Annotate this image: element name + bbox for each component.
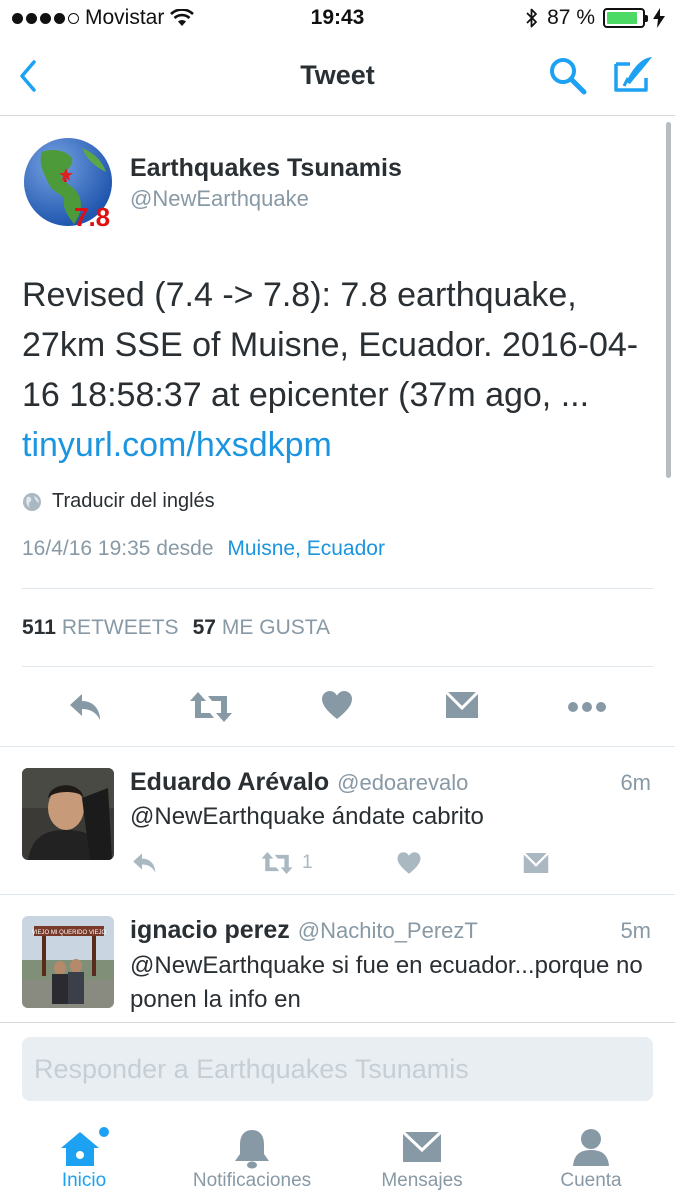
reply-text: @NewEarthquake si fue en ecuador...porqu… bbox=[130, 952, 643, 1013]
tweet-timestamp: 16/4/16 19:35 bbox=[22, 537, 151, 560]
author-handle[interactable]: @NewEarthquake bbox=[130, 186, 309, 212]
search-button[interactable] bbox=[548, 56, 588, 96]
heart-icon bbox=[397, 852, 421, 874]
tab-label: Notificaciones bbox=[192, 1170, 312, 1191]
tweet-body: Revised (7.4 -> 7.8): 7.8 earthquake, 27… bbox=[22, 276, 639, 414]
battery-level bbox=[607, 12, 637, 24]
retweet-icon bbox=[190, 692, 232, 722]
author-avatar[interactable]: 7.8 bbox=[22, 138, 114, 230]
reply-author: ignacio perez @Nachito_PerezT bbox=[130, 916, 478, 945]
tweet-text: Revised (7.4 -> 7.8): 7.8 earthquake, 27… bbox=[22, 270, 652, 470]
like-button[interactable] bbox=[396, 848, 422, 878]
tab-account[interactable]: Cuenta bbox=[507, 1112, 675, 1200]
from-word: desde bbox=[156, 537, 214, 560]
tab-label: Mensajes bbox=[381, 1170, 463, 1191]
reply-icon bbox=[133, 853, 156, 873]
retweet-icon bbox=[261, 851, 293, 875]
scrollbar[interactable] bbox=[666, 122, 671, 478]
tab-label: Cuenta bbox=[560, 1170, 622, 1191]
like-count: 57 bbox=[192, 616, 216, 639]
envelope-icon bbox=[401, 1130, 443, 1162]
retweet-button[interactable] bbox=[188, 688, 234, 726]
search-icon bbox=[550, 58, 587, 95]
like-label: ME GUSTA bbox=[221, 616, 331, 639]
bell-icon bbox=[235, 1130, 269, 1169]
tab-home[interactable]: Inicio bbox=[0, 1112, 168, 1200]
envelope-icon bbox=[444, 690, 480, 718]
retweet-count: 1 bbox=[302, 852, 313, 873]
tab-bar: Inicio Notificaciones Mensajes Cuenta bbox=[0, 1112, 675, 1200]
divider bbox=[22, 588, 653, 589]
divider bbox=[0, 746, 675, 747]
system-status-group: 87 % bbox=[525, 6, 665, 30]
tab-messages[interactable]: Mensajes bbox=[338, 1112, 506, 1200]
status-bar: Movistar 19:43 87 % bbox=[0, 0, 675, 38]
retweet-label: RETWEETS bbox=[61, 616, 179, 639]
heart-icon bbox=[322, 691, 352, 719]
tab-label: Inicio bbox=[61, 1170, 107, 1191]
engagement-stats: 511 RETWEETS 57 ME GUSTA bbox=[22, 616, 330, 640]
reply-avatar[interactable] bbox=[22, 768, 114, 860]
more-options-button[interactable] bbox=[566, 688, 606, 726]
reply-author: Eduardo Arévalo @edoarevalo bbox=[130, 768, 468, 797]
avatar-photo bbox=[22, 768, 114, 860]
tweet-link[interactable]: tinyurl.com/hxsdkpm bbox=[22, 426, 332, 464]
person-icon bbox=[573, 1129, 609, 1166]
reply-button[interactable] bbox=[66, 688, 106, 726]
home-icon bbox=[61, 1127, 109, 1166]
compose-tweet-icon bbox=[614, 57, 652, 92]
direct-message-button[interactable] bbox=[444, 688, 484, 726]
retweet-button[interactable]: 1 bbox=[260, 848, 313, 878]
divider bbox=[22, 666, 653, 667]
tweet-location[interactable]: Muisne, Ecuador bbox=[227, 537, 385, 560]
envelope-icon bbox=[522, 852, 550, 873]
reply-composer bbox=[0, 1022, 675, 1112]
reply-avatar[interactable]: VIEJO MI QUERIDO VIEJO bbox=[22, 916, 114, 1008]
author-name[interactable]: Earthquakes Tsunamis bbox=[130, 154, 402, 183]
retweet-count: 511 bbox=[22, 616, 56, 639]
battery-percent: 87 % bbox=[547, 6, 595, 29]
divider bbox=[0, 894, 675, 895]
globe-icon bbox=[23, 492, 41, 511]
avatar-photo: VIEJO MI QUERIDO VIEJO bbox=[22, 916, 114, 1008]
reply-author-handle[interactable]: @edoarevalo bbox=[337, 770, 468, 795]
retweets-stat[interactable]: 511 RETWEETS bbox=[22, 616, 179, 640]
bluetooth-icon bbox=[526, 8, 538, 28]
charging-bolt-icon bbox=[653, 8, 665, 28]
tweet-meta: 16/4/16 19:35 desde Muisne, Ecuador bbox=[22, 537, 385, 561]
reply-author-handle[interactable]: @Nachito_PerezT bbox=[298, 918, 478, 943]
reply-time: 6m bbox=[620, 770, 651, 795]
reply-time: 5m bbox=[620, 918, 651, 943]
reply-author-name[interactable]: Eduardo Arévalo bbox=[130, 768, 329, 796]
likes-stat[interactable]: 57 ME GUSTA bbox=[193, 616, 330, 640]
battery-icon bbox=[603, 8, 648, 28]
more-dots-icon bbox=[568, 702, 606, 712]
reply-icon bbox=[70, 694, 100, 720]
reply-text: @NewEarthquake ándate cabrito bbox=[130, 803, 484, 830]
tab-notifications[interactable]: Notificaciones bbox=[168, 1112, 336, 1200]
compose-tweet-button[interactable] bbox=[612, 54, 656, 96]
translate-label: Traducir del inglés bbox=[52, 490, 215, 512]
reply-button[interactable] bbox=[130, 848, 160, 878]
reply-author-name[interactable]: ignacio perez bbox=[130, 916, 290, 944]
like-button[interactable] bbox=[320, 688, 360, 726]
translate-button[interactable]: Traducir del inglés bbox=[22, 490, 215, 513]
magnitude-badge: 7.8 bbox=[74, 202, 111, 230]
navigation-bar: Tweet bbox=[0, 38, 675, 116]
direct-message-button[interactable] bbox=[522, 848, 550, 878]
sign-text: VIEJO MI QUERIDO VIEJO bbox=[32, 930, 107, 936]
reply-input[interactable] bbox=[22, 1037, 653, 1101]
